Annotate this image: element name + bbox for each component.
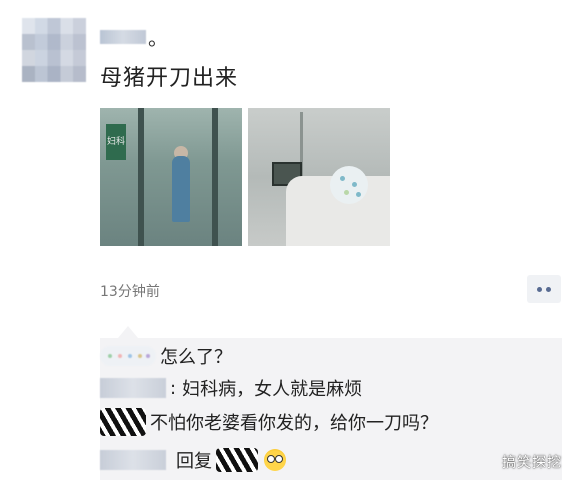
hospital-ward-photo[interactable] xyxy=(248,108,390,246)
post-timestamp: 13分钟前 xyxy=(100,284,160,300)
door-frame xyxy=(212,108,218,246)
commenter-name[interactable] xyxy=(100,450,166,470)
author-name-suffix: 。 xyxy=(148,26,168,50)
comment-separator: : xyxy=(170,377,177,399)
department-sign: 妇科 xyxy=(106,124,126,160)
comment-row[interactable]: 不怕你老婆看你发的，给你一刀吗？ xyxy=(100,406,438,438)
comment-arrow xyxy=(118,326,138,338)
door-frame xyxy=(138,108,144,246)
doctor-figure xyxy=(172,156,190,222)
moments-post: 。 母猪开刀出来 妇科 13分钟前 怎么了？: 妇科病，女人就是麻烦 不怕你老… xyxy=(0,0,570,480)
commenter-name[interactable] xyxy=(100,378,166,398)
comment-text: 不怕你老婆看你发的，给你一刀吗？ xyxy=(150,413,438,434)
flushed-emoji-icon xyxy=(264,449,286,471)
reply-target-name[interactable] xyxy=(216,448,258,472)
face-blur-sticker xyxy=(330,166,368,204)
comment-list: 怎么了？ : 妇科病，女人就是麻烦 不怕你老婆看你发的，给你一刀吗？ 回复 xyxy=(100,338,562,480)
commenter-name[interactable] xyxy=(100,346,156,366)
comment-text: 妇科病，女人就是麻烦 xyxy=(182,379,363,400)
author-name[interactable] xyxy=(100,30,146,44)
more-dots-icon[interactable] xyxy=(527,275,561,303)
commenter-name[interactable] xyxy=(100,408,146,436)
hospital-corridor-photo[interactable]: 妇科 xyxy=(100,108,242,246)
reply-label: 回复 xyxy=(176,451,212,472)
avatar[interactable] xyxy=(22,18,86,82)
comment-row[interactable]: 回复 xyxy=(100,444,286,476)
post-text: 母猪开刀出来 xyxy=(100,66,239,91)
comment-row[interactable]: : 妇科病，女人就是麻烦 xyxy=(100,372,362,404)
comment-row[interactable]: 怎么了？ xyxy=(100,340,232,372)
watermark: 搞笑探挖 xyxy=(502,455,562,471)
comment-text: 怎么了？ xyxy=(160,347,232,368)
